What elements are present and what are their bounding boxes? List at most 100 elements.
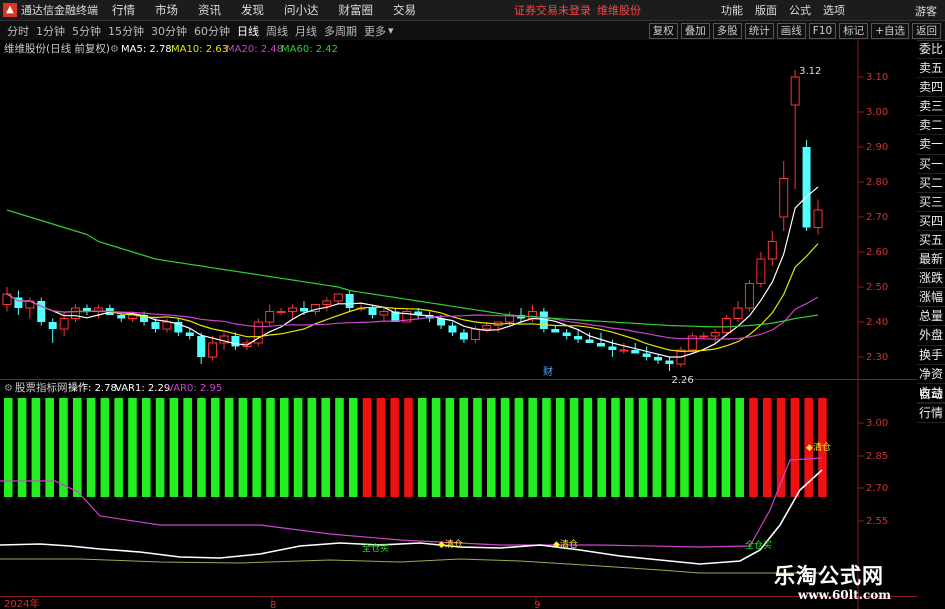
side-item[interactable]: 买一 xyxy=(917,155,945,174)
green-bar xyxy=(721,398,731,497)
period-timeshare[interactable]: 分时 xyxy=(7,23,29,39)
button-mark[interactable]: 标记 xyxy=(839,23,869,39)
side-item[interactable]: 涨跌 xyxy=(917,269,945,289)
menu-market[interactable]: 市场 xyxy=(155,2,178,18)
menu-discover[interactable]: 发现 xyxy=(241,2,264,18)
y-tick-label: 2.50 xyxy=(866,282,888,293)
button-draw[interactable]: 画线 xyxy=(776,23,806,39)
green-bar xyxy=(100,398,110,497)
side-item[interactable]: 最新 xyxy=(917,250,945,270)
red-bar xyxy=(749,398,758,497)
guest-user[interactable]: 游客 xyxy=(915,3,937,19)
green-bar xyxy=(735,398,744,497)
green-bar xyxy=(45,398,54,497)
side-item[interactable]: 卖四 xyxy=(917,78,945,98)
menu-options[interactable]: 选项 xyxy=(823,2,845,18)
side-item[interactable]: 买五 xyxy=(917,231,945,251)
menu-wealth[interactable]: 财富圈 xyxy=(339,2,374,18)
green-bar xyxy=(556,398,565,497)
period-1min[interactable]: 1分钟 xyxy=(36,23,65,39)
svg-text:2.55: 2.55 xyxy=(866,516,888,527)
high-label: 3.12 xyxy=(799,66,821,77)
side-item[interactable]: 卖一 xyxy=(917,135,945,155)
chart-area[interactable]: 维维股份(日线 前复权) ⚙ MA5: 2.78 MA10: 2.63 MA20… xyxy=(0,40,917,609)
button-adjust[interactable]: 复权 xyxy=(648,23,678,39)
side-item[interactable]: 外盘 xyxy=(917,326,945,346)
side-item[interactable]: 买二 xyxy=(917,174,945,193)
button-multistock[interactable]: 多股 xyxy=(712,23,742,39)
period-30min[interactable]: 30分钟 xyxy=(151,23,187,39)
button-back[interactable]: 返回 xyxy=(912,23,941,39)
svg-text:2024年: 2024年 xyxy=(4,597,39,609)
button-add-watch[interactable]: +自选 xyxy=(871,23,909,39)
menu-trade[interactable]: 交易 xyxy=(393,2,416,18)
button-overlay[interactable]: 叠加 xyxy=(680,23,710,39)
green-bar xyxy=(128,398,137,497)
period-15min[interactable]: 15分钟 xyxy=(108,23,144,39)
gear-icon[interactable]: ⚙ xyxy=(4,383,13,394)
green-bar xyxy=(707,398,717,497)
menu-ask[interactable]: 问小达 xyxy=(284,2,319,18)
app-title: 通达信金融终端 xyxy=(21,4,98,17)
side-item[interactable]: 卖二 xyxy=(917,116,945,136)
period-5min[interactable]: 5分钟 xyxy=(72,23,101,39)
side-item[interactable]: 换手 xyxy=(917,346,945,365)
indicator-legend: ⚙ 股票指标网 操作: 2.78 VAR1: 2.29 VAR0: 2.95 xyxy=(4,381,222,394)
side-item[interactable]: 总量 xyxy=(917,307,945,327)
menu-formula[interactable]: 公式 xyxy=(789,2,811,18)
menu-layout[interactable]: 版面 xyxy=(755,2,777,18)
svg-text:9: 9 xyxy=(534,600,540,609)
period-60min[interactable]: 60分钟 xyxy=(194,23,230,39)
period-multi[interactable]: 多周期 xyxy=(324,23,357,39)
menu-news[interactable]: 资讯 xyxy=(198,2,221,18)
red-bar xyxy=(404,398,413,497)
order-book-side-panel: 委比 卖五 卖四 卖三 卖二 卖一 买一 买二 买三 买四 买五 最新 涨跌 涨幅 总量 外盘 换手 净资 收益 xyxy=(917,40,945,403)
signal-buy-2: 全仓买 xyxy=(745,539,772,551)
side-quotes[interactable]: 行情 xyxy=(917,404,945,424)
red-bar xyxy=(376,398,386,497)
indicator-name: 股票指标网 xyxy=(15,381,68,394)
side-item[interactable]: 净资 xyxy=(917,365,945,384)
gear-icon[interactable]: ⚙ xyxy=(110,44,119,55)
green-bar xyxy=(183,398,192,497)
green-bar xyxy=(487,398,496,497)
signal-buy-1: 全仓买 xyxy=(362,542,389,554)
green-bar xyxy=(500,398,510,497)
side-item[interactable]: 卖五 xyxy=(917,59,945,79)
side-item[interactable]: 买四 xyxy=(917,212,945,231)
candle xyxy=(37,297,46,326)
financial-report-marker[interactable]: 财 xyxy=(543,365,553,378)
green-bar xyxy=(238,398,248,497)
candle xyxy=(253,318,263,347)
period-monthly[interactable]: 月线 xyxy=(295,23,317,39)
watermark: 乐淘公式网 www.60lt.com xyxy=(760,560,940,606)
period-daily[interactable]: 日线 xyxy=(237,23,259,39)
indicator-op-label: 操作: 2.78 xyxy=(68,381,117,394)
ma20-label: MA20: 2.48 xyxy=(226,44,283,55)
period-weekly[interactable]: 周线 xyxy=(266,23,288,39)
period-more[interactable]: 更多 xyxy=(364,23,386,39)
red-bar xyxy=(390,398,399,497)
app-logo-icon: ▲ xyxy=(3,3,17,17)
side-item[interactable]: 买三 xyxy=(917,193,945,212)
green-bar xyxy=(445,398,455,497)
button-statistics[interactable]: 统计 xyxy=(744,23,774,39)
chart-toolbar-buttons: 复权 叠加 多股 统计 画线 F10 标记 +自选 返回 xyxy=(646,23,941,39)
side-auto[interactable]: 自动 xyxy=(917,385,945,405)
y-tick-label: 3.00 xyxy=(866,107,888,118)
side-item[interactable]: 涨幅 xyxy=(917,288,945,308)
green-bar xyxy=(349,398,358,497)
green-bar xyxy=(611,398,620,497)
side-item[interactable]: 委比 xyxy=(917,40,945,60)
stock-label: 维维股份(日线 前复权) xyxy=(4,42,110,55)
button-f10[interactable]: F10 xyxy=(808,23,837,39)
stock-name-notice: 维维股份 xyxy=(597,4,641,17)
side-item[interactable]: 卖三 xyxy=(917,97,945,117)
green-bar xyxy=(694,398,703,497)
green-bar xyxy=(431,398,441,497)
menu-function[interactable]: 功能 xyxy=(721,2,743,18)
login-notice[interactable]: 证券交易未登录 xyxy=(514,2,591,18)
chevron-down-icon[interactable]: ▾ xyxy=(388,24,394,37)
menu-quotes[interactable]: 行情 xyxy=(112,2,135,18)
green-bar xyxy=(459,398,468,497)
